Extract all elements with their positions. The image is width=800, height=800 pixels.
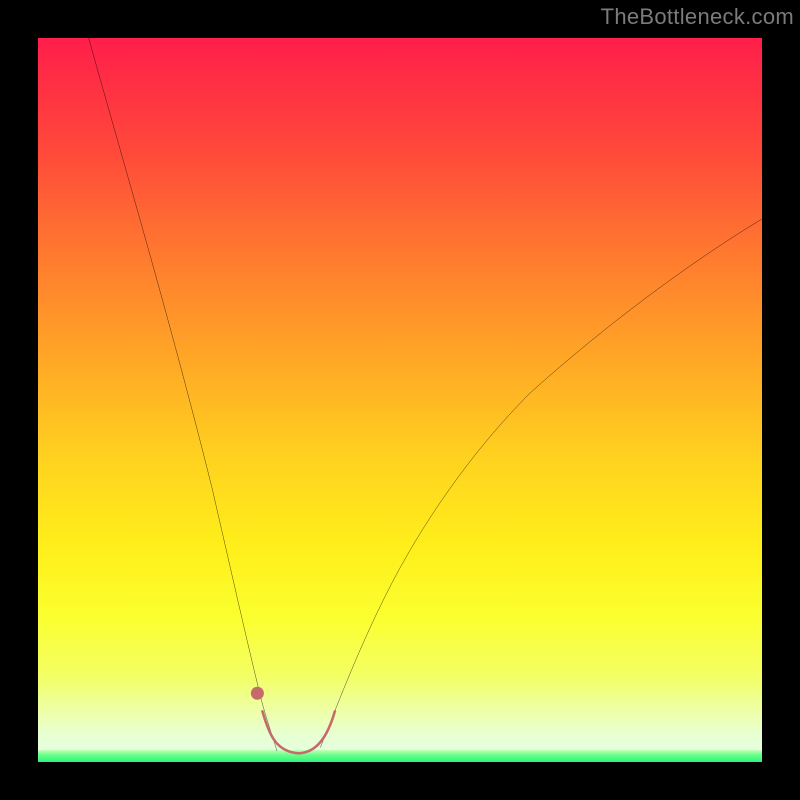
watermark-text: TheBottleneck.com	[601, 4, 794, 30]
left-marker-dot	[251, 687, 264, 700]
plot-area	[38, 38, 762, 762]
right-curve	[320, 219, 762, 748]
outer-frame: TheBottleneck.com	[0, 0, 800, 800]
bottom-thick-u-curve	[262, 711, 334, 753]
curves-svg	[38, 38, 762, 762]
left-curve	[89, 38, 277, 751]
